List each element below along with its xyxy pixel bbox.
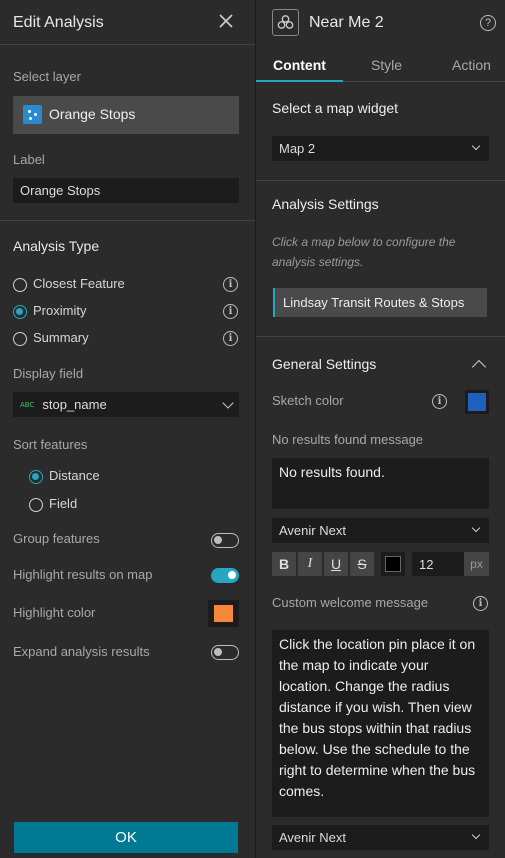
radio-summary[interactable]: Summary i [13, 330, 239, 348]
close-icon[interactable] [218, 12, 234, 30]
info-icon[interactable]: i [223, 304, 238, 319]
map-list-item[interactable]: Lindsay Transit Routes & Stops [273, 288, 487, 317]
radio-button[interactable] [13, 332, 27, 346]
no-results-textarea[interactable]: No results found. [272, 458, 489, 509]
radio-button-selected[interactable] [13, 305, 27, 319]
select-layer-label: Select layer [13, 69, 81, 84]
widget-title: Near Me 2 [309, 14, 384, 31]
general-settings-heading: General Settings [272, 356, 377, 372]
radio-sort-field[interactable]: Field [29, 496, 149, 514]
font-size-input[interactable]: 12 [412, 552, 464, 576]
info-icon[interactable]: i [473, 596, 488, 611]
radio-proximity[interactable]: Proximity i [13, 303, 239, 321]
highlight-results-label: Highlight results on map [13, 567, 153, 582]
chevron-down-icon [471, 523, 481, 533]
font-size-unit: px [464, 552, 489, 576]
text-color-picker[interactable] [381, 552, 405, 576]
label-input[interactable]: Orange Stops [13, 178, 239, 203]
color-swatch [214, 605, 233, 622]
chevron-down-icon [222, 397, 234, 409]
radio-label: Field [49, 496, 78, 511]
display-field-value: stop_name [42, 397, 107, 412]
chevron-up-icon[interactable] [471, 359, 487, 375]
info-icon[interactable]: i [223, 331, 238, 346]
divider [256, 336, 505, 337]
sort-features-label: Sort features [13, 437, 88, 452]
analysis-settings-heading: Analysis Settings [272, 196, 379, 212]
font-family-select[interactable]: Avenir Next [272, 518, 489, 543]
tab-content[interactable]: Content [256, 57, 343, 73]
analysis-type-heading: Analysis Type [13, 238, 100, 254]
divider [0, 220, 255, 221]
chevron-down-icon [471, 141, 481, 151]
help-icon[interactable]: ? [480, 15, 496, 31]
bold-button[interactable]: B [272, 552, 296, 576]
tab-action[interactable]: Action [428, 57, 505, 73]
radio-button[interactable] [13, 278, 27, 292]
no-results-label: No results found message [272, 432, 424, 447]
font-family-value: Avenir Next [279, 830, 346, 845]
label-field-label: Label [13, 152, 45, 167]
radio-button[interactable] [29, 498, 43, 512]
strikethrough-button[interactable]: S [350, 552, 374, 576]
highlight-results-toggle[interactable] [211, 568, 239, 583]
radio-label: Closest Feature [33, 276, 125, 291]
point-layer-icon [23, 105, 42, 124]
panel-title: Edit Analysis [13, 14, 104, 31]
edit-analysis-panel: Edit Analysis Select layer Orange Stops … [0, 0, 255, 858]
radio-label: Distance [49, 468, 100, 483]
divider [256, 180, 505, 181]
info-icon[interactable]: i [223, 277, 238, 292]
display-field-select[interactable]: ABC stop_name [13, 392, 239, 417]
analysis-settings-hint: Click a map below to configure the analy… [272, 235, 456, 269]
color-swatch [468, 393, 486, 411]
ok-button[interactable]: OK [14, 822, 238, 853]
widget-settings-panel: Near Me 2 ? Content Style Action Select … [256, 0, 505, 858]
expand-results-toggle[interactable] [211, 645, 239, 660]
underline-button[interactable]: U [324, 552, 348, 576]
divider [0, 44, 255, 45]
welcome-textarea[interactable]: Click the location pin place it on the m… [272, 630, 489, 817]
italic-button[interactable]: I [298, 552, 322, 576]
string-type-icon: ABC [20, 400, 35, 409]
map-widget-select[interactable]: Map 2 [272, 136, 489, 161]
highlight-color-picker[interactable] [208, 600, 239, 627]
radio-button-selected[interactable] [29, 470, 43, 484]
group-features-toggle[interactable] [211, 533, 239, 548]
active-tab-indicator [256, 80, 343, 82]
near-me-widget-icon [272, 9, 299, 36]
select-map-widget-heading: Select a map widget [272, 100, 399, 116]
welcome-label: Custom welcome message [272, 595, 429, 610]
group-features-label: Group features [13, 531, 100, 546]
tab-style[interactable]: Style [343, 57, 430, 73]
radio-sort-distance[interactable]: Distance [29, 468, 149, 486]
expand-results-label: Expand analysis results [13, 644, 150, 659]
display-field-label: Display field [13, 366, 84, 381]
sketch-color-label: Sketch color [272, 393, 344, 408]
welcome-font-select[interactable]: Avenir Next [272, 825, 489, 850]
chevron-down-icon [471, 830, 481, 840]
layer-item[interactable]: Orange Stops [13, 96, 239, 134]
map-widget-value: Map 2 [279, 141, 316, 156]
layer-name: Orange Stops [49, 106, 136, 122]
radio-label: Summary [33, 330, 89, 345]
info-icon[interactable]: i [432, 394, 447, 409]
radio-closest-feature[interactable]: Closest Feature i [13, 276, 239, 294]
radio-label: Proximity [33, 303, 87, 318]
sketch-color-picker[interactable] [465, 390, 489, 414]
highlight-color-label: Highlight color [13, 605, 96, 620]
color-swatch [385, 556, 401, 572]
font-family-value: Avenir Next [279, 523, 346, 538]
